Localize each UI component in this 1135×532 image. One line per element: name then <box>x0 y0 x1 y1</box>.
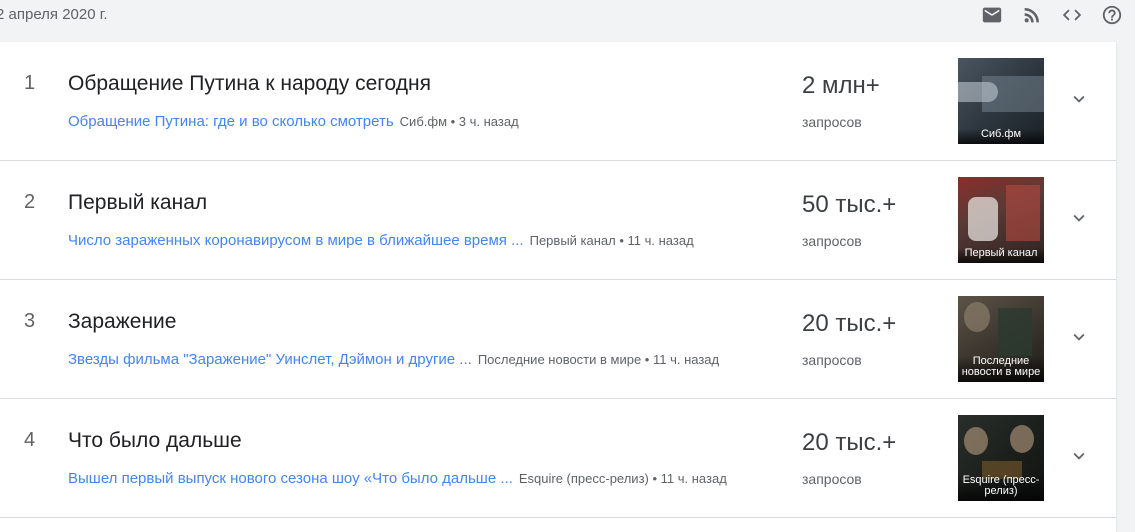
article-link[interactable]: Обращение Путина: где и во сколько смотр… <box>68 113 394 130</box>
search-count: 20 тыс.+ <box>802 429 897 456</box>
thumbnail-caption: Сиб.фм <box>958 129 1044 144</box>
source-time: Esquire (пресс-релиз) • 11 ч. назад <box>518 471 727 486</box>
trend-title[interactable]: Первый канал <box>68 191 207 215</box>
article-link[interactable]: Вышел первый выпуск нового сезона шоу «Ч… <box>68 470 513 487</box>
rank-number: 3 <box>24 310 36 332</box>
trend-row[interactable]: 2 Первый канал Число зараженных коронави… <box>0 161 1116 280</box>
chevron-down-icon[interactable] <box>1068 326 1090 348</box>
search-count-label: запросов <box>802 352 862 368</box>
thumbnail-caption: Первый канал <box>958 248 1044 263</box>
article-link[interactable]: Звезды фильма "Заражение" Уинслет, Дэймо… <box>68 351 472 368</box>
search-count-label: запросов <box>802 114 862 130</box>
search-count-label: запросов <box>802 471 862 487</box>
article-line: Число зараженных коронавирусом в мире в … <box>68 232 694 249</box>
article-link[interactable]: Число зараженных коронавирусом в мире в … <box>68 232 524 249</box>
chevron-down-icon[interactable] <box>1068 445 1090 467</box>
source-time: Сиб.фм • 3 ч. назад <box>399 114 519 129</box>
news-thumbnail[interactable]: Сиб.фм <box>958 58 1044 144</box>
search-count: 50 тыс.+ <box>802 191 897 218</box>
search-count: 2 млн+ <box>802 72 880 99</box>
trend-title[interactable]: Заражение <box>68 310 176 334</box>
date-label: 2 апреля 2020 г. <box>0 6 108 23</box>
chevron-down-icon[interactable] <box>1068 88 1090 110</box>
toolbar <box>979 4 1125 26</box>
rank-number: 1 <box>24 72 36 94</box>
chevron-down-icon[interactable] <box>1068 207 1090 229</box>
thumbnail-caption: Esquire (пресс-релиз) <box>958 475 1044 501</box>
article-line: Вышел первый выпуск нового сезона шоу «Ч… <box>68 470 727 487</box>
source-time: Первый канал • 11 ч. назад <box>529 233 694 248</box>
mail-icon[interactable] <box>979 4 1005 26</box>
thumbnail-caption: Последние новости в мире <box>958 356 1044 382</box>
news-thumbnail[interactable]: Последние новости в мире <box>958 296 1044 382</box>
rss-icon[interactable] <box>1019 4 1045 26</box>
top-bar: 2 апреля 2020 г. <box>0 0 1135 38</box>
help-icon[interactable] <box>1099 4 1125 26</box>
rank-number: 2 <box>24 191 36 213</box>
embed-code-icon[interactable] <box>1059 4 1085 26</box>
source-time: Последние новости в мире • 11 ч. назад <box>477 352 720 367</box>
trend-title[interactable]: Обращение Путина к народу сегодня <box>68 72 431 96</box>
article-line: Звезды фильма "Заражение" Уинслет, Дэймо… <box>68 351 719 368</box>
trend-title[interactable]: Что было дальше <box>68 429 242 453</box>
trend-row[interactable]: 4 Что было дальше Вышел первый выпуск но… <box>0 399 1116 518</box>
rank-number: 4 <box>24 429 36 451</box>
news-thumbnail[interactable]: Первый канал <box>958 177 1044 263</box>
trend-row[interactable]: 3 Заражение Звезды фильма "Заражение" Уи… <box>0 280 1116 399</box>
news-thumbnail[interactable]: Esquire (пресс-релиз) <box>958 415 1044 501</box>
search-count: 20 тыс.+ <box>802 310 897 337</box>
article-line: Обращение Путина: где и во сколько смотр… <box>68 113 519 130</box>
search-count-label: запросов <box>802 233 862 249</box>
trends-list: 1 Обращение Путина к народу сегодня Обра… <box>0 42 1116 532</box>
trend-row[interactable]: 1 Обращение Путина к народу сегодня Обра… <box>0 42 1116 161</box>
